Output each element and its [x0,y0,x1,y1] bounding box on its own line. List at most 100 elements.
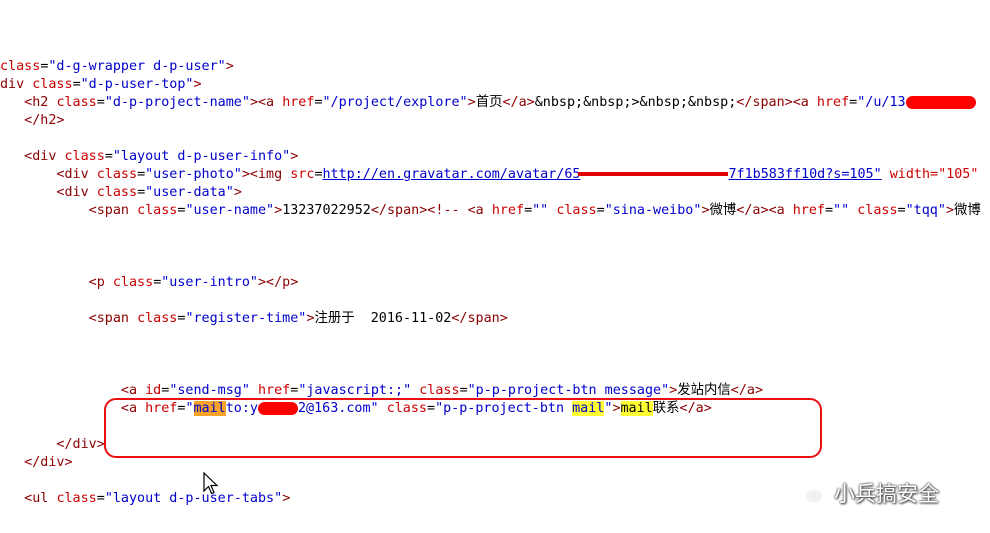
code-token: <h2 [0,95,57,110]
code-token: <div [0,149,65,164]
code-token: </h2> [0,113,65,128]
code-token: > [282,491,291,506]
code-token: </span><!-- <a [370,203,492,218]
code-line: <p class="user-intro"></p> [0,274,299,292]
code-token: src [290,167,315,182]
code-token: <p [0,275,113,290]
code-token: class [56,491,97,506]
code-token: "tqq" [905,203,946,218]
code-token: = [314,95,323,110]
code-token: > [193,77,202,92]
code-line: <div class="layout d-p-user-info"> [0,148,298,166]
code-token: width="105" [881,167,979,182]
code-token: = [824,203,834,218]
watermark-text: 小兵搞安全 [834,482,939,506]
watermark: 小兵搞安全 [792,478,939,508]
code-token: "d-p-user-top" [80,77,194,92]
code-token: "send-msg" [169,383,250,398]
code-token: "" [532,203,549,218]
code-token: > [225,59,234,74]
code-token: <span [0,203,138,218]
code-token: "sina-weibo" [604,203,702,218]
code-token: "layout d-p-user-tabs" [104,491,283,506]
code-token: class [137,311,178,326]
code-token: &nbsp;&nbsp;>&nbsp;&nbsp; [534,95,737,110]
code-token: = [849,95,858,110]
code-token: "user-name" [185,203,275,218]
code-token: > [701,203,710,218]
code-token: "d-g-wrapper d-p-user" [48,59,226,74]
code-token: "user-photo" [145,167,242,182]
code-token: href [258,383,291,398]
code-token: = [314,167,323,182]
code-link[interactable]: 7f1b583ff10d?s=105" [728,167,881,182]
code-line: <span class="register-time">注册于 2016-11-… [0,310,508,328]
code-token: = [137,185,146,200]
code-token: ><img [241,167,291,182]
code-token: class [32,77,73,92]
code-token: = [72,77,81,92]
code-line: </div> [0,436,104,454]
code-token: = [96,95,105,110]
code-line: </div> [0,454,73,472]
code-token: href [282,95,315,110]
code-token: "user-intro" [161,275,258,290]
code-token: ><a [249,95,283,110]
code-token: "d-p-project-name" [104,95,250,110]
code-token: 微博 [709,203,737,218]
code-token: > [290,149,299,164]
code-token: class [96,185,138,200]
code-token: </span><a [736,95,817,110]
code-token: 微博 [953,203,981,218]
code-token: "javascript:;" [298,383,412,398]
code-line: class="d-g-wrapper d-p-user"> [0,58,234,76]
code-token: </a> [730,383,764,398]
code-token: "/u/13 [857,95,906,110]
code-token: </span> [451,311,508,326]
code-token: "p-p-project-btn message" [467,383,670,398]
code-token: > [274,203,283,218]
code-link[interactable]: http://en.gravatar.com/avatar/65 [323,167,581,182]
code-token: div [0,77,33,92]
mouse-cursor-icon [203,472,219,495]
code-token: class [64,149,105,164]
code-token: "register-time" [185,311,307,326]
code-line: <h2 class="d-p-project-name"><a href="/p… [0,94,976,112]
code-token: </div> [0,455,73,470]
code-token: class [556,203,597,218]
code-token: "" [833,203,850,218]
code-token: 发站内信 [677,383,731,398]
code-token: class [857,203,898,218]
code-token: "layout d-p-user-info" [112,149,291,164]
code-token: > [233,185,242,200]
code-token: class [96,167,138,182]
code-line: div class="d-p-user-top"> [0,76,202,94]
code-token: = [96,491,105,506]
code-line: </h2> [0,112,65,130]
code-token: class [137,203,178,218]
code-token: href [491,203,525,218]
code-token: 注册于 2016-11-02 [314,311,452,326]
code-line: <ul class="layout d-p-user-tabs"> [0,490,290,508]
redaction-mark [578,172,729,176]
code-token: > [467,95,476,110]
code-token: = [459,383,468,398]
code-token: </a><a [736,203,793,218]
code-token: class [419,383,460,398]
code-token: <span [0,311,138,326]
wechat-icon [792,480,825,505]
code-token: class [112,275,154,290]
code-token: = [137,167,146,182]
code-token: = [596,203,605,218]
highlight-annotation-box [104,398,822,458]
code-token: ></p> [258,275,299,290]
code-line: <span class="user-name">13237022952</spa… [0,202,981,220]
code-token: 首页 [475,95,503,110]
code-token: <a [0,383,146,398]
code-token: </a> [502,95,535,110]
code-token: id [145,383,162,398]
code-token: href [792,203,825,218]
code-token: class [56,95,97,110]
